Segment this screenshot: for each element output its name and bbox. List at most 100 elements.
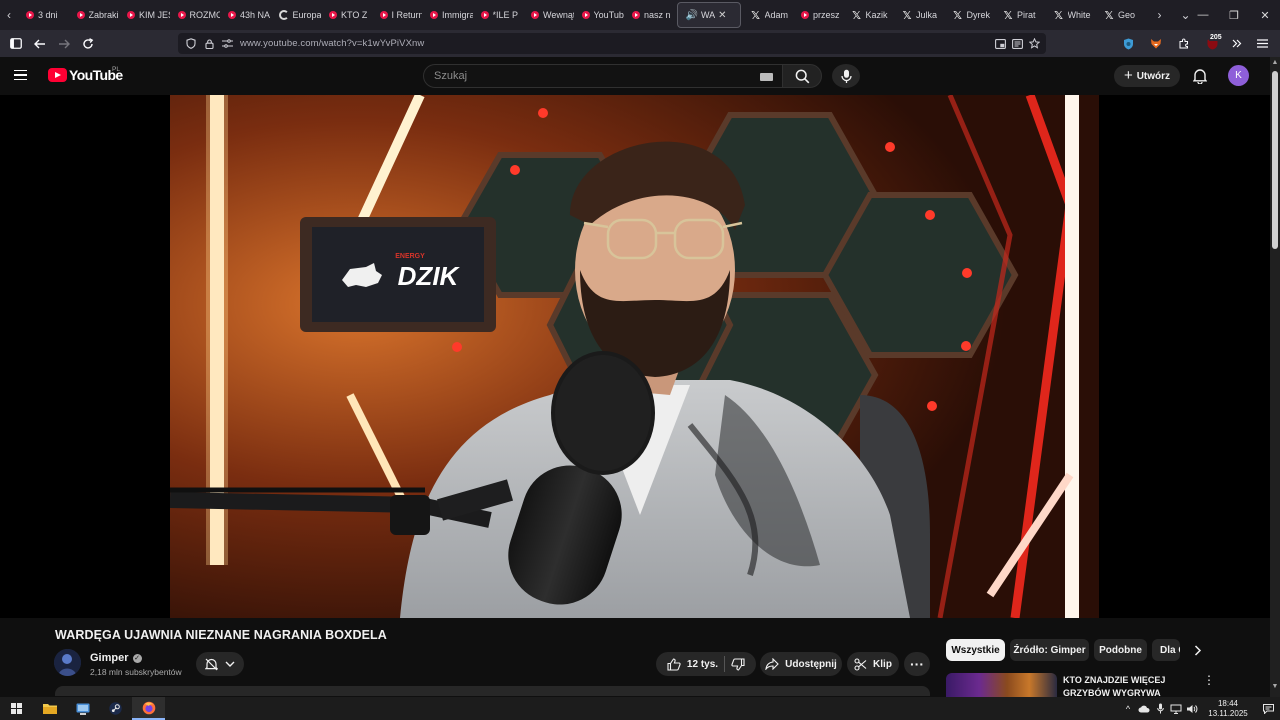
taskbar-clock[interactable]: 18:44 13.11.2025 bbox=[1204, 699, 1252, 719]
control-panel-icon[interactable] bbox=[66, 697, 99, 720]
chip-related[interactable]: Podobne bbox=[1094, 639, 1147, 661]
browser-tab[interactable]: ROZMOWA bbox=[170, 2, 220, 28]
browser-tab[interactable]: 3 dni bbox=[18, 2, 69, 28]
scroll-up-arrow-icon[interactable]: ▲ bbox=[1271, 59, 1279, 67]
search-button[interactable] bbox=[782, 64, 822, 88]
clip-label: Klip bbox=[873, 658, 892, 670]
close-tab-icon[interactable]: ✕ bbox=[718, 10, 726, 21]
notifications-bell-icon[interactable] bbox=[1190, 66, 1210, 86]
browser-tab[interactable]: 𝕏 Adam bbox=[743, 2, 794, 28]
channel-name-text[interactable]: Gimper bbox=[90, 652, 129, 664]
site-permissions-icon[interactable] bbox=[218, 39, 236, 48]
firefox-icon[interactable] bbox=[132, 697, 165, 720]
lock-icon[interactable] bbox=[200, 38, 218, 49]
account-avatar[interactable]: K bbox=[1228, 65, 1249, 86]
browser-tab-active[interactable]: 🔊 WA ✕ bbox=[676, 2, 741, 28]
recommendation-thumbnail[interactable] bbox=[946, 673, 1057, 697]
tracking-protection-icon[interactable] bbox=[182, 38, 200, 49]
back-icon[interactable] bbox=[28, 30, 52, 57]
browser-tab[interactable]: przesz bbox=[793, 2, 844, 28]
search-input[interactable] bbox=[434, 65, 754, 87]
scrollbar-thumb[interactable] bbox=[1272, 71, 1278, 249]
chip-all[interactable]: Wszystkie bbox=[946, 639, 1005, 661]
page-scrollbar[interactable]: ▲ ▼ bbox=[1270, 57, 1280, 697]
browser-tab[interactable]: 𝕏 Julka bbox=[894, 2, 945, 28]
guide-menu-icon[interactable] bbox=[14, 65, 34, 85]
onedrive-cloud-icon[interactable] bbox=[1136, 697, 1152, 720]
create-button[interactable]: + Utwórz bbox=[1114, 65, 1180, 87]
address-bar[interactable]: www.youtube.com/watch?v=k1wYvPiVXnw bbox=[178, 33, 1046, 54]
chips-next-arrow-icon[interactable] bbox=[1188, 640, 1208, 660]
description-box[interactable] bbox=[55, 686, 930, 696]
channel-name[interactable]: Gimper ✓ bbox=[90, 652, 142, 664]
network-icon[interactable] bbox=[1168, 697, 1184, 720]
browser-tab[interactable]: 𝕏 Kazik bbox=[844, 2, 895, 28]
browser-tab[interactable]: *ILE P bbox=[473, 2, 524, 28]
youtube-icon bbox=[26, 11, 34, 19]
clip-button[interactable]: Klip bbox=[847, 652, 899, 676]
windows-start-icon[interactable] bbox=[0, 697, 33, 720]
chip-from-channel[interactable]: Źródło: Gimper bbox=[1010, 639, 1089, 661]
tab-title: Europa bbox=[292, 10, 322, 20]
youtube-icon bbox=[632, 11, 640, 19]
fox-extension-icon[interactable] bbox=[1144, 30, 1168, 57]
reload-icon[interactable] bbox=[76, 30, 100, 57]
extensions-puzzle-icon[interactable] bbox=[1172, 30, 1196, 57]
browser-tab[interactable]: I Return bbox=[372, 2, 422, 28]
minimize-icon[interactable]: — bbox=[1188, 0, 1218, 30]
bookmark-star-icon[interactable] bbox=[1029, 38, 1040, 49]
picture-in-picture-icon[interactable] bbox=[995, 38, 1006, 49]
browser-tab[interactable]: 𝕏 Geo bbox=[1096, 2, 1147, 28]
browser-tab[interactable]: 43h NA bbox=[220, 2, 271, 28]
voice-search-button[interactable] bbox=[832, 64, 860, 88]
browser-tab[interactable]: Europa bbox=[271, 2, 322, 28]
overflow-chevrons-icon[interactable] bbox=[1228, 30, 1246, 57]
more-actions-button[interactable]: ··· bbox=[904, 652, 930, 676]
close-window-icon[interactable]: ✕ bbox=[1250, 0, 1280, 30]
browser-tab[interactable]: Wewnątrz bbox=[523, 2, 574, 28]
channel-avatar[interactable] bbox=[54, 649, 81, 676]
browser-tab[interactable]: KIM JEST bbox=[119, 2, 170, 28]
recommendation-menu-icon[interactable]: ⋮ bbox=[1203, 674, 1215, 688]
browser-tab[interactable]: Zabraki bbox=[69, 2, 120, 28]
keyboard-icon[interactable] bbox=[760, 73, 773, 81]
browser-tab[interactable]: Immigrant bbox=[422, 2, 473, 28]
share-button[interactable]: Udostępnij bbox=[760, 652, 842, 676]
chip-for-you[interactable]: Dla Ciebie bbox=[1152, 639, 1180, 661]
dislike-button[interactable] bbox=[731, 652, 745, 676]
like-button[interactable]: 12 tys. bbox=[667, 652, 718, 676]
browser-tab[interactable]: KTO Z bbox=[321, 2, 372, 28]
steam-icon[interactable] bbox=[99, 697, 132, 720]
browser-tab[interactable]: 𝕏 Pirat bbox=[995, 2, 1046, 28]
scroll-tabs-left-icon[interactable]: ‹ bbox=[0, 0, 18, 30]
reader-view-icon[interactable] bbox=[1012, 38, 1023, 49]
browser-tab[interactable]: YouTube bbox=[574, 2, 624, 28]
url-text[interactable]: www.youtube.com/watch?v=k1wYvPiVXnw bbox=[240, 38, 424, 49]
video-player[interactable]: ENERGY DZIK bbox=[0, 95, 1270, 618]
x-icon: 𝕏 bbox=[751, 9, 760, 22]
browser-tab[interactable]: 𝕏 Dyrek bbox=[945, 2, 996, 28]
volume-icon[interactable] bbox=[1184, 697, 1200, 720]
scroll-down-arrow-icon[interactable]: ▼ bbox=[1271, 683, 1279, 691]
app-menu-icon[interactable] bbox=[1250, 30, 1274, 57]
youtube-icon bbox=[531, 11, 539, 19]
browser-tab[interactable]: 𝕏 White bbox=[1046, 2, 1097, 28]
thumbs-down-icon bbox=[731, 657, 745, 671]
tab-title: Zabraki bbox=[88, 10, 119, 20]
video-frame[interactable]: ENERGY DZIK bbox=[170, 95, 1099, 618]
tab-title: 3 dni bbox=[38, 10, 58, 20]
forward-icon[interactable] bbox=[52, 30, 76, 57]
file-explorer-icon[interactable] bbox=[33, 697, 66, 720]
browser-tab[interactable]: nasz n bbox=[624, 2, 675, 28]
scroll-tabs-right-icon[interactable]: › bbox=[1151, 0, 1169, 30]
microphone-tray-icon[interactable] bbox=[1152, 697, 1168, 720]
vpn-shield-icon[interactable] bbox=[1116, 30, 1140, 57]
show-hidden-icons-icon[interactable]: ^ bbox=[1120, 697, 1136, 720]
create-label: Utwórz bbox=[1136, 70, 1171, 82]
sidebar-toggle-icon[interactable] bbox=[4, 30, 28, 57]
restore-icon[interactable]: ❐ bbox=[1219, 0, 1249, 30]
recommendation-title[interactable]: KTO ZNAJDZIE WIĘCEJ GRZYBÓW WYGRYWA *AFE… bbox=[1063, 674, 1198, 697]
speaker-icon[interactable]: 🔊 bbox=[686, 10, 698, 21]
notification-center-icon[interactable] bbox=[1256, 697, 1280, 720]
subscribed-notifications-button[interactable] bbox=[196, 652, 244, 676]
